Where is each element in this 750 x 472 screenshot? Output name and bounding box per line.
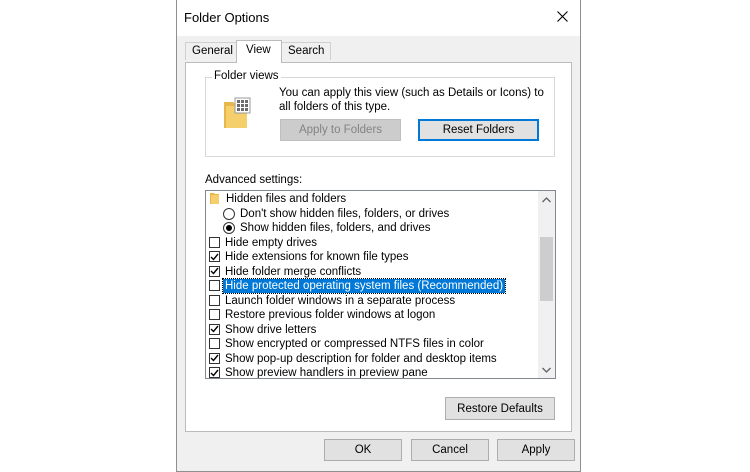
checkbox[interactable] [209, 294, 220, 306]
restore-defaults-button[interactable]: Restore Defaults [445, 397, 555, 420]
settings-item[interactable]: Hide folder merge conflicts [206, 265, 538, 280]
apply-to-folders-button[interactable]: Apply to Folders [280, 119, 401, 141]
settings-item-label: Restore previous folder windows at logon [225, 309, 436, 321]
checkmark-icon [210, 354, 219, 362]
close-button[interactable] [552, 6, 572, 26]
settings-item[interactable]: Show preview handlers in preview pane [206, 366, 538, 379]
settings-item[interactable]: Hidden files and folders [206, 192, 538, 207]
settings-item-label: Show encrypted or compressed NTFS files … [225, 338, 484, 350]
folder-options-dialog: Folder Options General View Search Folde… [176, 0, 581, 472]
radio-dot [226, 225, 232, 231]
folder-views-legend: Folder views [212, 70, 281, 82]
settings-item[interactable]: Show drive letters [206, 323, 538, 338]
checkbox[interactable] [209, 251, 220, 262]
checkbox[interactable] [209, 338, 220, 349]
ok-button[interactable]: OK [324, 439, 402, 461]
checkbox[interactable] [209, 309, 220, 320]
folder-icon [210, 193, 219, 204]
title-bar: Folder Options [177, 0, 580, 36]
settings-item-label: Hide protected operating system files (R… [221, 278, 507, 294]
settings-item[interactable]: Don't show hidden files, folders, or dri… [206, 207, 538, 222]
settings-item-label: Hidden files and folders [226, 193, 347, 205]
checkmark-icon [210, 253, 219, 261]
folder-views-icon [224, 97, 251, 128]
checkbox[interactable] [209, 367, 220, 378]
checkmark-icon [210, 325, 219, 333]
scroll-thumb[interactable] [540, 237, 553, 301]
window-title: Folder Options [184, 10, 270, 25]
settings-item-label: Show pop-up description for folder and d… [225, 352, 497, 365]
reset-folders-button[interactable]: Reset Folders [418, 119, 539, 141]
tab-general-label: General [192, 45, 233, 57]
checkbox[interactable] [209, 352, 220, 364]
checkbox[interactable] [209, 265, 220, 277]
tab-search-label: Search [288, 45, 325, 57]
close-icon [556, 10, 568, 22]
tab-general[interactable]: General [185, 42, 237, 60]
radio-button[interactable] [223, 222, 235, 234]
settings-item[interactable]: Hide extensions for known file types [206, 250, 538, 265]
settings-item[interactable]: Restore previous folder windows at logon [206, 308, 538, 323]
chevron-up-icon [542, 196, 551, 202]
scroll-up-button[interactable] [538, 191, 555, 208]
advanced-settings-label: Advanced settings: [205, 174, 303, 186]
checkmark-icon [210, 267, 219, 275]
settings-item[interactable]: Hide empty drives [206, 236, 538, 251]
settings-item-label: Hide empty drives [225, 236, 318, 249]
apply-button[interactable]: Apply [497, 439, 575, 461]
checkbox[interactable] [209, 280, 220, 291]
scroll-down-button[interactable] [538, 361, 555, 378]
settings-item-label: Launch folder windows in a separate proc… [225, 294, 456, 307]
folder-views-group: Folder views You can apply this view (su… [205, 70, 555, 157]
view-tab-panel: Folder views You can apply this view (su… [185, 62, 572, 432]
settings-item-label: Don't show hidden files, folders, or dri… [240, 207, 450, 220]
settings-item-label: Show drive letters [225, 323, 317, 336]
advanced-settings-items: Hidden files and folders Don't show hidde… [206, 192, 538, 379]
tab-view[interactable]: View [236, 40, 282, 63]
settings-item[interactable]: Show encrypted or compressed NTFS files … [206, 337, 538, 352]
settings-item[interactable]: Show pop-up description for folder and d… [206, 352, 538, 367]
vertical-scrollbar[interactable] [538, 191, 555, 378]
checkbox[interactable] [209, 236, 220, 248]
settings-item[interactable]: Show hidden files, folders, and drives [206, 221, 538, 236]
settings-item-label: Show hidden files, folders, and drives [240, 222, 431, 234]
tab-search[interactable]: Search [281, 42, 331, 60]
checkbox[interactable] [209, 323, 220, 335]
chevron-down-icon [542, 367, 551, 373]
settings-item-label: Hide extensions for known file types [225, 251, 409, 263]
folder-views-description: You can apply this view (such as Details… [279, 87, 544, 113]
advanced-settings-list: Hidden files and folders Don't show hidde… [205, 190, 556, 379]
settings-item-label: Hide folder merge conflicts [225, 265, 362, 278]
radio-button[interactable] [223, 207, 235, 220]
tab-view-label: View [246, 44, 271, 56]
cancel-button[interactable]: Cancel [411, 439, 489, 461]
settings-item[interactable]: Hide protected operating system files (R… [206, 278, 538, 294]
settings-item[interactable]: Launch folder windows in a separate proc… [206, 294, 538, 309]
settings-item-label: Show preview handlers in preview pane [225, 367, 428, 379]
checkmark-icon [210, 369, 219, 377]
